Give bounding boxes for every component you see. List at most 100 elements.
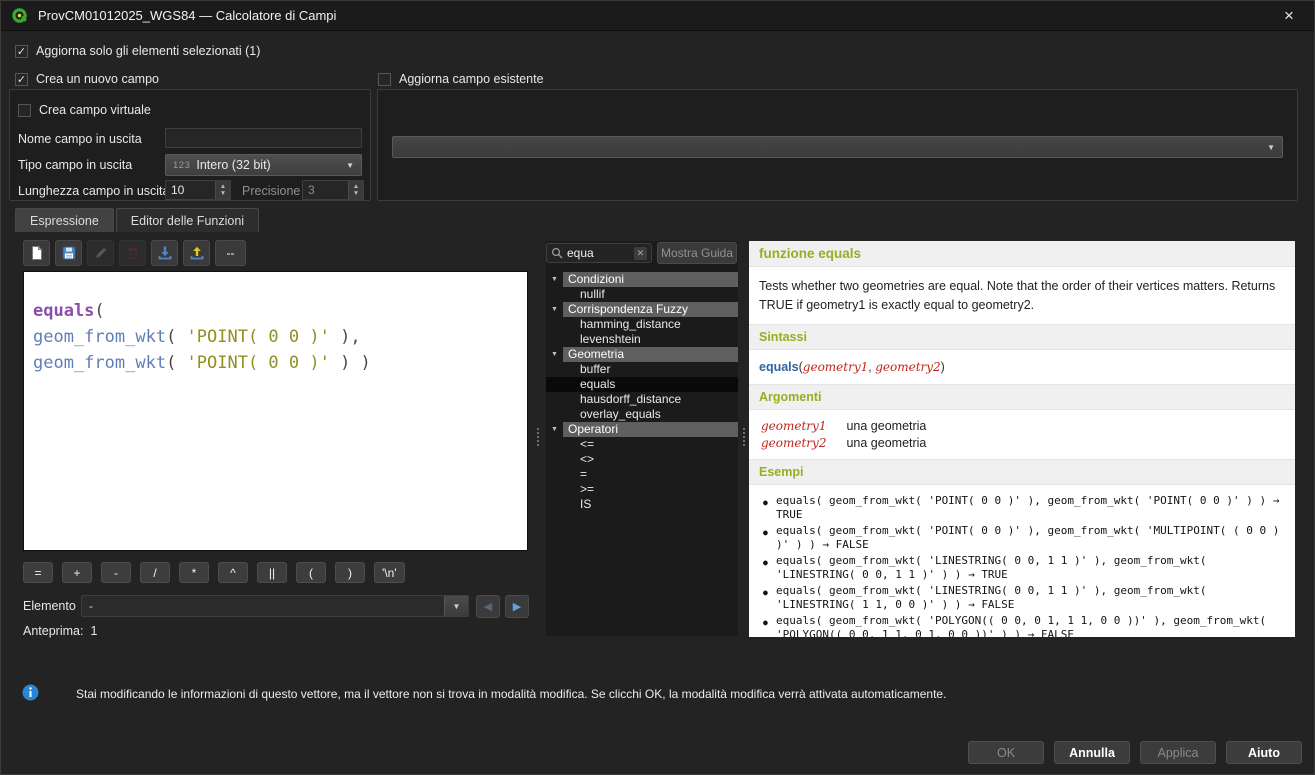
function-search-box[interactable]: ✕ [546,243,652,263]
result-arrow: → [1028,628,1035,637]
virtual-field-row: Crea campo virtuale [18,103,151,117]
function-tree-row[interactable]: ▼ <> [546,452,738,467]
feature-combobox[interactable]: - ▼ [81,595,469,617]
function-tree-row[interactable]: ▼ Condizioni [546,272,738,287]
spin-arrows-icon[interactable]: ▲▼ [215,181,230,199]
examples-heading: Esempi [749,459,1295,485]
expand-arrow-icon[interactable]: ▼ [546,276,563,283]
operator-button[interactable]: ^ [218,562,248,583]
arrow-up-tray-icon [189,245,205,261]
result-arrow: → [968,598,975,611]
function-tree-row[interactable]: ▼ Geometria [546,347,738,362]
operator-button[interactable]: * [179,562,209,583]
example-item: equals( geom_from_wkt( 'POINT( 0 0 )' ),… [776,494,1285,523]
arguments-list: geometry1 una geometria geometry2 una ge… [749,410,1295,459]
field-length-label: Lunghezza campo in uscita [18,184,169,198]
operator-button[interactable]: - [101,562,131,583]
show-help-button[interactable]: Mostra Guida [657,242,737,264]
function-tree-row[interactable]: ▼ levenshtein [546,332,738,347]
splitter-handle[interactable] [535,419,541,455]
function-tree-row[interactable]: ▼ Corrispondenza Fuzzy [546,302,738,317]
example-item: equals( geom_from_wkt( 'LINESTRING( 0 0,… [776,554,1285,583]
function-tree-row[interactable]: ▼ nullif [546,287,738,302]
new-expression-button[interactable] [23,240,50,266]
next-feature-button[interactable]: ▶ [505,595,529,618]
previous-feature-button[interactable]: ◀ [476,595,500,618]
spin-arrows-icon[interactable]: ▲▼ [348,181,363,199]
dialog-button[interactable]: Aiuto [1226,741,1302,764]
tab[interactable]: Espressione [15,208,114,232]
example-item: equals( geom_from_wkt( 'POLYGON(( 0 0, 0… [776,614,1285,637]
field-name-input[interactable] [165,128,362,148]
edit-expression-button[interactable] [87,240,114,266]
virtual-field-label: Crea campo virtuale [39,103,151,117]
splitter-handle[interactable] [741,419,747,455]
create-new-field-label: Crea un nuovo campo [36,72,159,86]
field-length-value: 10 [166,181,215,199]
operator-button[interactable]: '\n' [374,562,405,583]
syntax-line: equals(geometry1, geometry2) [749,350,1295,384]
function-tree-row[interactable]: ▼ IS [546,497,738,512]
field-name-label: Nome campo in uscita [18,132,142,146]
delete-expression-button[interactable] [119,240,146,266]
operator-button[interactable]: = [23,562,53,583]
function-tree-row[interactable]: ▼ >= [546,482,738,497]
field-type-combobox[interactable]: 123 Intero (32 bit) ▼ [165,154,362,176]
expression-editor[interactable]: equals(geom_from_wkt( 'POINT( 0 0 )' ),g… [23,271,528,551]
function-tree-row[interactable]: ▼ hamming_distance [546,317,738,332]
expression-toolbar: -- [23,240,246,266]
preview-row: Anteprima: 1 [23,624,97,638]
example-item: equals( geom_from_wkt( 'LINESTRING( 0 0,… [776,584,1285,613]
tab[interactable]: Editor delle Funzioni [116,208,259,232]
function-tree-row[interactable]: ▼ Operatori [546,422,738,437]
dialog-buttons: OK Annulla Applica Aiuto [968,741,1302,764]
save-expression-button[interactable] [55,240,82,266]
expand-arrow-icon[interactable]: ▼ [546,351,563,358]
result-arrow: → [968,568,975,581]
clear-search-icon[interactable]: ✕ [634,247,647,260]
chevron-down-icon[interactable]: ▼ [444,596,468,616]
existing-field-combobox[interactable]: ▼ [392,136,1283,158]
integer-type-icon: 123 [173,160,190,171]
operator-button[interactable]: / [140,562,170,583]
function-tree-row[interactable]: ▼ = [546,467,738,482]
result-arrow: → [822,538,829,551]
export-expressions-button[interactable] [183,240,210,266]
dialog-button[interactable]: Annulla [1054,741,1130,764]
operator-button[interactable]: ) [335,562,365,583]
feature-value: - [82,599,438,613]
update-existing-field-checkbox[interactable] [378,73,391,86]
function-tree-row[interactable]: ▼ equals [546,377,738,392]
update-selected-checkbox[interactable] [15,45,28,58]
result-arrow: → [1273,494,1280,507]
dialog-button[interactable]: OK [968,741,1044,764]
operator-button[interactable]: || [257,562,287,583]
function-tree-row[interactable]: ▼ <= [546,437,738,452]
pencil-icon [93,245,109,261]
preview-label: Anteprima: [23,624,83,638]
function-tree: ▼ Condizioni ▼ nullif ▼ Corrispondenza F… [546,272,738,636]
virtual-field-checkbox[interactable] [18,104,31,117]
function-tree-row[interactable]: ▼ overlay_equals [546,407,738,422]
function-tree-row[interactable]: ▼ buffer [546,362,738,377]
operator-button[interactable]: + [62,562,92,583]
chevron-down-icon: ▼ [346,161,354,170]
expand-arrow-icon[interactable]: ▼ [546,306,563,313]
function-panel: ✕ Mostra Guida ▼ Condizioni ▼ nullif ▼ C… [546,241,738,636]
import-expressions-button[interactable] [151,240,178,266]
function-tree-row[interactable]: ▼ hausdorff_distance [546,392,738,407]
precision-spinner[interactable]: 3 ▲▼ [302,180,364,200]
close-button[interactable]: × [1274,2,1304,30]
arguments-heading: Argomenti [749,384,1295,410]
field-length-spinner[interactable]: 10 ▲▼ [165,180,231,200]
syntax-heading: Sintassi [749,324,1295,350]
expand-arrow-icon[interactable]: ▼ [546,426,563,433]
update-existing-field-label: Aggiorna campo esistente [399,72,544,86]
update-selected-label: Aggiorna solo gli elementi selezionati (… [36,44,260,58]
operator-button[interactable]: ( [296,562,326,583]
create-new-field-checkbox[interactable] [15,73,28,86]
dialog-button[interactable]: Applica [1140,741,1216,764]
precision-label: Precisione [242,184,300,198]
comment-button[interactable]: -- [215,240,246,266]
function-search-input[interactable] [567,246,630,260]
